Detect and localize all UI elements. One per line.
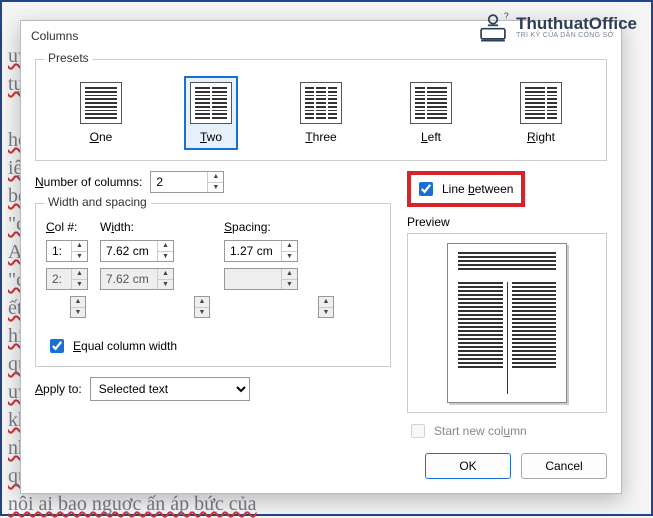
start-new-column-label: Start new column: [434, 424, 527, 438]
spacing-header: Spacing:: [224, 220, 334, 234]
spin-up-icon: ▲: [195, 297, 209, 308]
value-spinner-disabled: ▲▼: [100, 268, 174, 290]
spin-down-icon[interactable]: ▼: [282, 252, 297, 262]
line-between-label: Line between: [442, 182, 513, 196]
preset-right[interactable]: Right: [514, 76, 568, 150]
width-spacing-group: Width and spacing Col #: Width: Spacing:…: [35, 203, 391, 367]
line-between-input[interactable]: [419, 182, 433, 196]
preview-box: [407, 233, 607, 413]
svg-text:?: ?: [504, 11, 509, 21]
equal-column-width-checkbox[interactable]: Equal column width: [46, 336, 380, 356]
start-new-column-checkbox: Start new column: [407, 421, 607, 441]
line-between-checkbox[interactable]: Line between: [415, 179, 513, 199]
number-of-columns-spinner[interactable]: ▲▼: [150, 171, 224, 193]
brand-logo: ? ThuthuatOffice TRI KỶ CỦA DÂN CÔNG SỞ: [476, 10, 637, 44]
equal-check-input[interactable]: [50, 339, 64, 353]
spin-up-icon[interactable]: ▲: [282, 241, 297, 252]
preset-label-left: Left: [421, 130, 441, 144]
spinner-input: [225, 269, 281, 289]
col-header: Col #:: [46, 220, 86, 234]
scroll-spinner: ▲▼: [318, 296, 334, 318]
preset-two[interactable]: Two: [184, 76, 238, 150]
spin-up-icon: ▲: [71, 297, 85, 308]
value-spinner[interactable]: ▲▼: [100, 240, 174, 262]
width-header: Width:: [100, 220, 210, 234]
spin-up-icon[interactable]: ▲: [72, 241, 87, 252]
preset-label-three: Three: [305, 130, 336, 144]
presets-group: Presets OneTwoThreeLeftRight: [35, 59, 607, 161]
preset-label-right: Right: [527, 130, 555, 144]
apply-to-select[interactable]: Selected text: [90, 377, 250, 401]
spin-up-icon: ▲: [158, 269, 173, 280]
presets-legend: Presets: [44, 51, 93, 65]
preview-legend: Preview: [407, 215, 450, 229]
spin-up-icon: ▲: [319, 297, 333, 308]
spinner-input[interactable]: [101, 241, 157, 261]
spin-down-icon: ▼: [282, 280, 297, 290]
number-of-columns-label: Number of columns:: [35, 175, 142, 189]
number-of-columns-input[interactable]: [151, 172, 207, 192]
spin-down-icon[interactable]: ▼: [158, 252, 173, 262]
spin-down-icon: ▼: [319, 308, 333, 318]
spinner-input: [101, 269, 157, 289]
start-new-column-input: [411, 424, 425, 438]
equal-label: Equal column width: [73, 339, 177, 353]
preset-three[interactable]: Three: [294, 76, 348, 150]
brand-sub: TRI KỶ CỦA DÂN CÔNG SỞ: [516, 32, 637, 39]
preview-page-icon: [447, 243, 567, 403]
spin-up-icon: ▲: [282, 269, 297, 280]
cancel-button[interactable]: Cancel: [521, 453, 607, 479]
spin-up-icon: ▲: [72, 269, 87, 280]
value-spinner-disabled: ▲▼: [46, 268, 88, 290]
ok-button[interactable]: OK: [425, 453, 511, 479]
row-col-label: ▲▼: [46, 268, 86, 290]
spin-down-icon: ▼: [158, 280, 173, 290]
value-spinner[interactable]: ▲▼: [224, 240, 298, 262]
apply-to-label: Apply to:: [35, 382, 82, 396]
spinner-input[interactable]: [47, 241, 71, 261]
line-between-highlight: Line between: [407, 171, 525, 207]
spin-down-icon: ▼: [72, 280, 87, 290]
row-col-label: ▲▼: [46, 240, 86, 262]
preset-one[interactable]: One: [74, 76, 128, 150]
spin-down-icon[interactable]: ▼: [208, 183, 223, 193]
spinner-input[interactable]: [225, 241, 281, 261]
columns-dialog: Columns Presets OneTwoThreeLeftRight Num…: [20, 20, 622, 494]
spin-up-icon[interactable]: ▲: [158, 241, 173, 252]
value-spinner-disabled: ▲▼: [224, 268, 298, 290]
spin-down-icon: ▼: [195, 308, 209, 318]
preset-left[interactable]: Left: [404, 76, 458, 150]
width-spacing-legend: Width and spacing: [44, 195, 151, 209]
spinner-input: [47, 269, 71, 289]
brand-title: ThuthuatOffice: [516, 15, 637, 32]
spin-down-icon: ▼: [71, 308, 85, 318]
spin-down-icon[interactable]: ▼: [72, 252, 87, 262]
scroll-spinner: ▲▼: [70, 296, 86, 318]
value-spinner[interactable]: ▲▼: [46, 240, 88, 262]
preset-label-two: Two: [200, 130, 222, 144]
scroll-spinner: ▲▼: [194, 296, 210, 318]
preset-label-one: One: [90, 130, 113, 144]
spin-up-icon[interactable]: ▲: [208, 172, 223, 183]
brand-icon: ?: [476, 10, 510, 44]
